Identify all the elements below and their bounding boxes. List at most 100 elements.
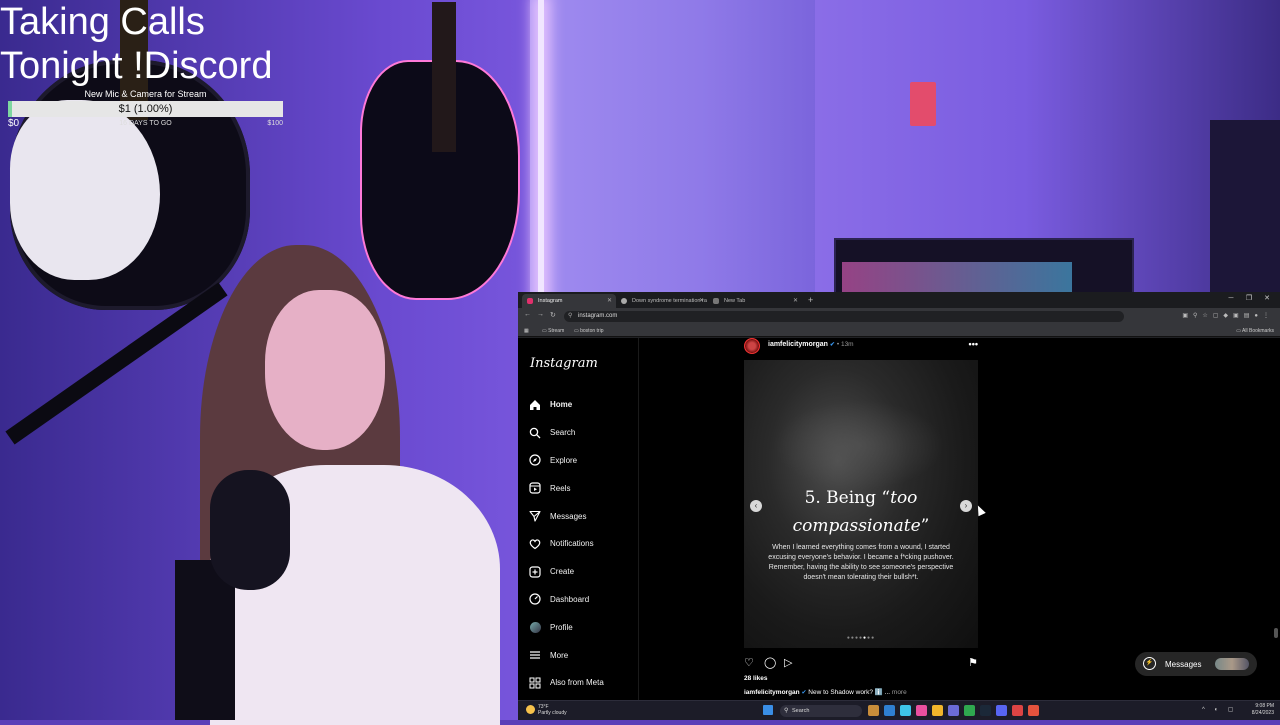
- nav-also-from-meta[interactable]: Also from Meta: [528, 669, 638, 697]
- stream-title-line2: Tonight !Discord: [0, 45, 273, 87]
- new-tab-favicon-icon: [713, 298, 719, 304]
- post-header: iamfelicitymorgan ✔ • 13m •••: [744, 338, 978, 354]
- taskbar-search[interactable]: ⚲ Search: [780, 705, 862, 717]
- clock-date: 8/24/2023: [1251, 710, 1274, 716]
- caption-username[interactable]: iamfelicitymorgan: [744, 689, 800, 696]
- system-tray-icons[interactable]: ^ ◐ ▢: [1202, 706, 1237, 713]
- nav-more[interactable]: More: [528, 641, 638, 669]
- tab-label: New Tab: [724, 298, 746, 304]
- close-tab-icon[interactable]: ✕: [793, 297, 798, 304]
- likes-count[interactable]: 28 likes: [744, 675, 768, 682]
- app-icon[interactable]: [868, 705, 879, 716]
- close-tab-icon[interactable]: ✕: [607, 297, 612, 304]
- compass-icon: [528, 453, 542, 467]
- address-bar-row: ← → ↻ ⚲ instagram.com ▣⚲☆▢◆▣▤●⋮: [518, 308, 1280, 325]
- tab-label: Down syndrome termination ra: [632, 298, 707, 304]
- app-icon[interactable]: [1012, 705, 1023, 716]
- extension-icons[interactable]: ▣⚲☆▢◆▣▤●⋮: [1182, 312, 1274, 319]
- verified-badge-icon: ✔: [829, 342, 835, 348]
- windows-start-icon[interactable]: [763, 705, 773, 715]
- microphone: [210, 470, 290, 590]
- weather-condition: Partly cloudy: [538, 710, 567, 716]
- close-tab-icon[interactable]: ✕: [699, 297, 704, 304]
- tab-article[interactable]: Down syndrome termination ra ✕: [616, 294, 708, 308]
- taskbar-clock[interactable]: 9:08 PM 8/24/2023: [1252, 703, 1274, 717]
- post-author-avatar[interactable]: [744, 338, 760, 354]
- app-icon[interactable]: [916, 705, 927, 716]
- edge-icon[interactable]: [884, 705, 895, 716]
- weather-widget[interactable]: 73°F Partly cloudy: [526, 704, 567, 716]
- nav-notifications[interactable]: Notifications: [528, 530, 638, 558]
- back-icon[interactable]: ←: [524, 311, 531, 318]
- stream-title: Taking Calls Tonight !Discord: [0, 0, 272, 88]
- page-scrollbar[interactable]: [1274, 388, 1278, 688]
- goal-amount: $1 (1.00%): [118, 103, 173, 115]
- like-icon[interactable]: ♡: [744, 656, 754, 669]
- goal-meta: $0 16 DAYS TO GO $100: [8, 118, 283, 131]
- nav-home[interactable]: Home: [528, 391, 638, 419]
- site-info-icon[interactable]: ⚲: [568, 312, 572, 319]
- nav-messages[interactable]: Messages: [528, 502, 638, 530]
- avatar: [529, 621, 541, 633]
- comment-icon[interactable]: ◯: [764, 656, 776, 669]
- post-image[interactable]: 5. Being “too compassionate” When I lear…: [744, 360, 978, 648]
- post-username[interactable]: iamfelicitymorgan: [768, 341, 828, 348]
- instagram-page: Instagram Home Search Explore Reels Mess…: [518, 338, 1280, 700]
- nav-explore[interactable]: Explore: [528, 447, 638, 475]
- search-icon: ⚲: [784, 708, 789, 714]
- messages-button[interactable]: ⚡ Messages: [1135, 652, 1257, 676]
- globe-icon: [621, 298, 627, 304]
- steam-icon[interactable]: [980, 705, 991, 716]
- close-window-icon[interactable]: ✕: [1258, 294, 1276, 302]
- instagram-logo[interactable]: Instagram: [530, 356, 598, 371]
- home-icon: [528, 398, 542, 412]
- message-avatars: [1215, 658, 1249, 670]
- nav-profile[interactable]: Profile: [528, 613, 638, 641]
- share-icon[interactable]: ▷: [784, 656, 792, 669]
- tab-instagram[interactable]: Instagram ✕: [522, 294, 616, 308]
- app-icon[interactable]: [948, 705, 959, 716]
- nav-search[interactable]: Search: [528, 419, 638, 447]
- send-icon: [528, 509, 542, 523]
- instagram-sidebar: Home Search Explore Reels Messages Notif…: [528, 391, 638, 697]
- goal-max: $100: [267, 120, 283, 127]
- tab-label: Instagram: [538, 298, 563, 304]
- nav-dashboard[interactable]: Dashboard: [528, 586, 638, 614]
- reload-icon[interactable]: ↻: [550, 311, 556, 319]
- nav-create[interactable]: Create: [528, 558, 638, 586]
- heart-icon: [528, 537, 542, 551]
- chrome-icon[interactable]: [964, 705, 975, 716]
- clock-time: 9:08 PM: [1255, 703, 1274, 709]
- slide-body-text: When I learned everything comes from a w…: [768, 544, 954, 581]
- bookmark-folder-stream[interactable]: ▭ Stream: [542, 328, 564, 334]
- forward-icon[interactable]: →: [537, 311, 544, 318]
- save-icon[interactable]: ⚑: [968, 656, 978, 669]
- window-controls: ─ ❐ ✕: [1222, 294, 1276, 302]
- maximize-icon[interactable]: ❐: [1240, 294, 1258, 302]
- messages-label: Messages: [1165, 660, 1202, 669]
- tab-new[interactable]: New Tab ✕: [708, 294, 802, 308]
- light-switch: [910, 82, 936, 126]
- carousel-dots: ●●●●●●●: [744, 635, 978, 641]
- weather-icon: [526, 705, 535, 714]
- discord-icon[interactable]: [996, 705, 1007, 716]
- post-actions: ♡ ◯ ▷ ⚑: [744, 656, 978, 670]
- apps-icon[interactable]: ▦: [524, 328, 529, 334]
- goal-progress-bar: $1 (1.00%): [8, 101, 283, 117]
- app-icon[interactable]: [900, 705, 911, 716]
- goal-caption: New Mic & Camera for Stream: [84, 89, 207, 99]
- folder-icon[interactable]: [932, 705, 943, 716]
- instagram-favicon-icon: [527, 298, 533, 304]
- caption-more-link[interactable]: more: [892, 689, 907, 696]
- next-slide-icon[interactable]: ›: [960, 500, 972, 512]
- minimize-icon[interactable]: ─: [1222, 295, 1240, 302]
- all-bookmarks-button[interactable]: ▭ All Bookmarks: [1236, 328, 1274, 334]
- previous-slide-icon[interactable]: ‹: [750, 500, 762, 512]
- obs-icon[interactable]: [1028, 705, 1039, 716]
- door: [530, 0, 815, 300]
- nav-reels[interactable]: Reels: [528, 474, 638, 502]
- more-options-icon[interactable]: •••: [969, 339, 978, 349]
- bookmark-folder-boston-trip[interactable]: ▭ boston trip: [574, 328, 603, 334]
- new-tab-icon[interactable]: +: [808, 295, 813, 305]
- url-input[interactable]: ⚲ instagram.com: [564, 311, 1124, 322]
